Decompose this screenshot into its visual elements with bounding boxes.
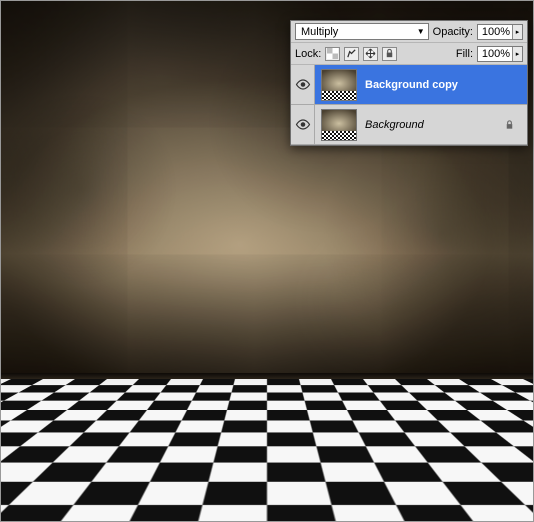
fill-input-wrap: ▸ [477,46,523,62]
layer-thumbnail[interactable] [321,109,357,141]
opacity-label: Opacity: [433,26,473,38]
layer-name[interactable]: Background copy [365,79,458,91]
layer-thumbnail[interactable] [321,69,357,101]
layer-row[interactable]: Background copy [291,65,527,105]
visibility-toggle[interactable] [291,105,315,144]
blend-opacity-row: Multiply ▼ Opacity: ▸ [291,21,527,43]
lock-pixels-icon[interactable] [344,47,359,61]
lock-icon [504,119,518,131]
lock-fill-row: Lock: Fill: ▸ [291,43,527,65]
fill-flyout-arrow-icon[interactable]: ▸ [512,47,522,61]
visibility-toggle[interactable] [291,65,315,104]
floor [1,379,533,521]
layer-body[interactable]: Background copy [315,65,527,104]
layer-row[interactable]: Background [291,105,527,145]
layer-list: Background copy Background [291,65,527,145]
lock-label: Lock: [295,48,321,60]
blend-mode-select[interactable]: Multiply ▼ [295,23,429,40]
layer-body[interactable]: Background [315,105,527,144]
fill-input[interactable] [478,47,512,61]
lock-position-icon[interactable] [363,47,378,61]
layer-name[interactable]: Background [365,119,424,131]
lock-all-icon[interactable] [382,47,397,61]
lock-transparency-icon[interactable] [325,47,340,61]
eye-icon [295,79,311,90]
blend-mode-value: Multiply [301,26,338,38]
opacity-input-wrap: ▸ [477,24,523,40]
eye-icon [295,119,311,130]
dropdown-arrow-icon: ▼ [417,28,425,36]
opacity-flyout-arrow-icon[interactable]: ▸ [512,25,522,39]
layers-panel: Multiply ▼ Opacity: ▸ Lock: Fill: [290,20,528,146]
lock-buttons [325,47,397,61]
fill-label: Fill: [456,48,473,60]
opacity-input[interactable] [478,25,512,39]
